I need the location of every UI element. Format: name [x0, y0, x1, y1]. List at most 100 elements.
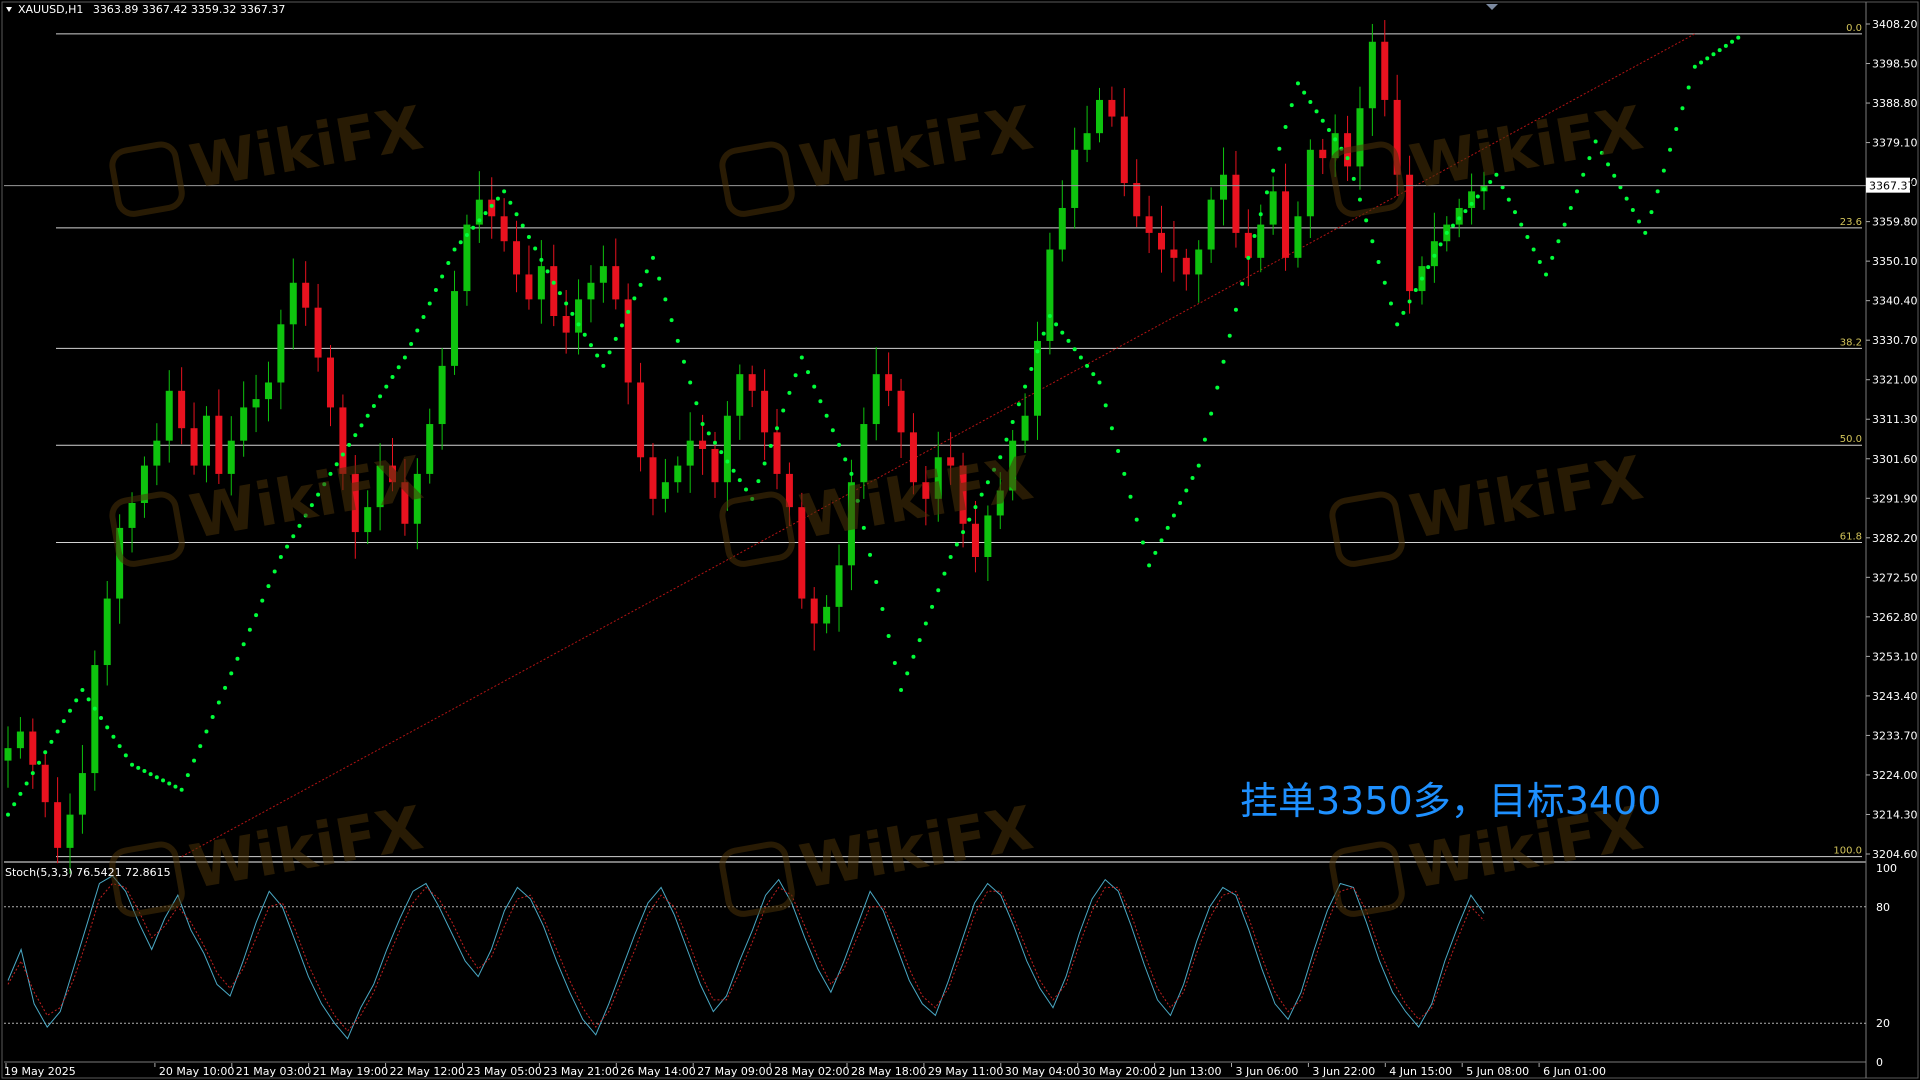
parabolic-sar-dot	[520, 223, 525, 228]
bear-candle	[314, 307, 322, 358]
bear-candle	[550, 266, 558, 317]
trade-annotation: 挂单3350多，目标3400	[1240, 779, 1662, 823]
price-tick-label: 3272.50	[1872, 571, 1918, 584]
parabolic-sar-dot	[173, 784, 178, 789]
parabolic-sar-dot	[595, 353, 600, 358]
parabolic-sar-dot	[1388, 301, 1393, 306]
bear-candle	[29, 731, 37, 765]
parabolic-sar-dot	[440, 274, 445, 279]
bull-candle	[736, 374, 744, 416]
parabolic-sar-dot	[508, 200, 513, 205]
stoch-tick-label: 0	[1876, 1056, 1883, 1069]
parabolic-sar-dot	[266, 584, 271, 589]
parabolic-sar-dot	[1221, 359, 1226, 364]
parabolic-sar-dot	[427, 301, 432, 306]
bear-candle	[971, 523, 979, 558]
parabolic-sar-dot	[1370, 239, 1375, 244]
parabolic-sar-dot	[123, 753, 128, 758]
trading-chart-window[interactable]: 3408.203398.503388.803379.103369.403359.…	[0, 0, 1920, 1080]
parabolic-sar-dot	[24, 781, 29, 786]
parabolic-sar-dot	[638, 282, 643, 287]
parabolic-sar-dot	[477, 218, 482, 223]
parabolic-sar-dot	[1085, 363, 1090, 368]
parabolic-sar-dot	[700, 422, 705, 427]
parabolic-sar-dot	[1438, 242, 1443, 247]
bull-candle	[426, 424, 434, 474]
parabolic-sar-dot	[154, 775, 159, 780]
bear-candle	[773, 432, 781, 474]
parabolic-sar-dot	[942, 571, 947, 576]
parabolic-sar-dot	[588, 343, 593, 348]
parabolic-sar-dot	[1562, 222, 1567, 227]
time-tick-label: 28 May 18:00	[851, 1065, 926, 1078]
parabolic-sar-dot	[1692, 64, 1697, 69]
parabolic-sar-dot	[1556, 239, 1561, 244]
bear-candle	[711, 448, 719, 483]
parabolic-sar-dot	[229, 671, 234, 676]
bull-candle	[289, 282, 297, 325]
parabolic-sar-dot	[1376, 259, 1381, 264]
parabolic-sar-dot	[1054, 322, 1059, 327]
parabolic-sar-dot	[210, 714, 215, 719]
time-tick-label: 30 May 04:00	[1005, 1065, 1080, 1078]
stoch-tick-label: 20	[1876, 1017, 1890, 1030]
bull-candle	[823, 606, 831, 624]
parabolic-sar-dot	[837, 442, 842, 447]
bull-candle	[1083, 133, 1091, 150]
parabolic-sar-dot	[1184, 488, 1189, 493]
parabolic-sar-dot	[1140, 540, 1145, 545]
fib-level-label: 61.8	[1840, 531, 1862, 542]
parabolic-sar-dot	[1637, 219, 1642, 224]
parabolic-sar-dot	[911, 654, 916, 659]
bear-candle	[215, 415, 223, 474]
parabolic-sar-dot	[198, 744, 203, 749]
dropdown-triangle-icon[interactable]	[6, 7, 12, 12]
parabolic-sar-dot	[818, 399, 823, 404]
parabolic-sar-dot	[1612, 173, 1617, 178]
parabolic-sar-dot	[1116, 449, 1121, 454]
bear-candle	[1120, 116, 1128, 184]
parabolic-sar-dot	[1078, 355, 1083, 360]
stoch-tick-label: 80	[1876, 901, 1890, 914]
parabolic-sar-dot	[1469, 201, 1474, 206]
parabolic-sar-dot	[18, 791, 23, 796]
parabolic-sar-dot	[694, 401, 699, 406]
price-tick-label: 3282.20	[1872, 532, 1918, 545]
bull-candle	[227, 440, 235, 474]
time-tick-label: 22 May 12:00	[390, 1065, 465, 1078]
time-tick-label: 19 May 2025	[4, 1065, 76, 1078]
chart-shift-marker-icon[interactable]	[1486, 4, 1498, 10]
bear-candle	[612, 266, 620, 300]
parabolic-sar-dot	[1531, 247, 1536, 252]
parabolic-sar-dot	[570, 311, 575, 316]
watermark-logo	[106, 489, 188, 571]
parabolic-sar-dot	[1010, 419, 1015, 424]
parabolic-sar-dot	[719, 450, 724, 455]
bull-candle	[661, 482, 669, 499]
bull-candle	[1046, 249, 1054, 341]
parabolic-sar-dot	[1624, 196, 1629, 201]
parabolic-sar-dot	[1252, 234, 1257, 239]
price-tick-label: 3204.60	[1872, 848, 1918, 861]
parabolic-sar-dot	[756, 479, 761, 484]
parabolic-sar-dot	[1643, 230, 1648, 235]
bear-candle	[178, 390, 186, 429]
watermark-logo	[716, 139, 798, 221]
parabolic-sar-dot	[415, 328, 420, 333]
parabolic-sar-dot	[396, 365, 401, 370]
parabolic-sar-dot	[644, 269, 649, 274]
parabolic-sar-dot	[1258, 212, 1263, 217]
parabolic-sar-dot	[601, 363, 606, 368]
parabolic-sar-dot	[1103, 403, 1108, 408]
parabolic-sar-dot	[1308, 100, 1313, 105]
parabolic-sar-dot	[185, 773, 190, 778]
parabolic-sar-dot	[6, 812, 10, 817]
price-tick-label: 3253.10	[1872, 650, 1918, 663]
price-tick-label: 3388.80	[1872, 97, 1918, 110]
parabolic-sar-dot	[1674, 127, 1679, 132]
parabolic-sar-dot	[433, 288, 438, 293]
parabolic-sar-dot	[1506, 197, 1511, 202]
bull-candle	[264, 382, 272, 400]
bear-candle	[1108, 99, 1116, 117]
price-tick-label: 3233.70	[1872, 729, 1918, 742]
